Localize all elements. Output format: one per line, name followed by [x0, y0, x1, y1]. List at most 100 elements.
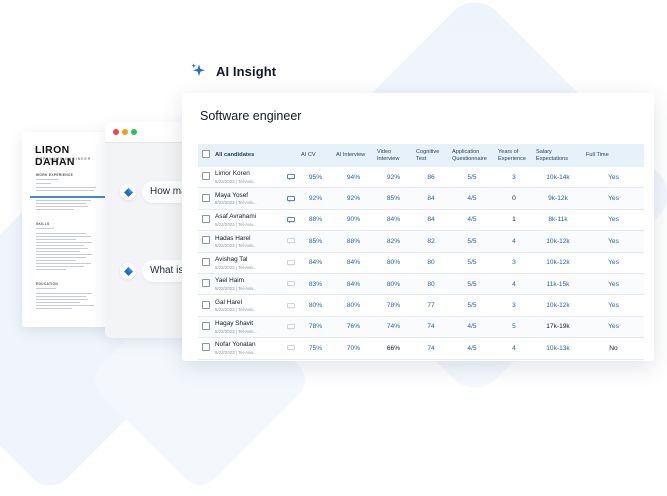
message-icon[interactable] — [287, 174, 295, 181]
candidate-cell[interactable]: Asaf Avrahami 5/22/2023 | Tel-Aviv... — [212, 209, 298, 232]
candidate-cell[interactable]: Limor Koren 5/22/2023 | Tel-Aviv... — [212, 167, 298, 189]
row-checkbox[interactable] — [198, 167, 212, 189]
candidate-name[interactable]: Avishag Tal — [215, 256, 257, 264]
ai-cv-score: 75% — [298, 337, 333, 360]
ai-interview-score: 90% — [333, 209, 374, 232]
resume-name: LIRON DAHAN — [35, 144, 75, 168]
message-icon[interactable] — [287, 302, 295, 309]
candidate-name[interactable]: Nofar Yonatan — [215, 341, 257, 349]
years-experience: 4 — [495, 273, 533, 296]
cognitive-score: 74 — [413, 316, 449, 339]
salary-expectation: 9k-12k — [533, 187, 583, 210]
candidate-meta: 5/22/2023 | Tel-Aviv... — [215, 179, 257, 185]
years-experience: 3 — [495, 294, 533, 317]
table-row[interactable]: Nofar Yonatan 5/22/2023 | Tel-Aviv... 75% 7… — [198, 337, 644, 360]
ai-cv-score: 83% — [298, 273, 333, 296]
message-icon[interactable] — [287, 259, 295, 266]
row-checkbox[interactable] — [198, 187, 212, 210]
minimize-dot[interactable] — [122, 129, 128, 135]
cognitive-score: 84 — [413, 209, 449, 232]
resume-section-skills: SKILLS — [36, 222, 50, 226]
resume-card: LIRON DAHAN SOFTWARE ENGINEER WORK EXPER… — [22, 132, 110, 327]
candidate-name[interactable]: Asaf Avrahami — [215, 213, 257, 221]
table-row[interactable]: Yael Haim 5/22/2023 | Tel-Aviv... 83% 84% 80… — [198, 273, 644, 296]
video-interview-score: 80% — [374, 273, 413, 296]
column-header[interactable]: Full Time — [583, 144, 644, 167]
candidate-name[interactable]: Maya Yosef — [215, 192, 257, 200]
message-icon[interactable] — [287, 217, 295, 223]
column-header[interactable]: AI Interview — [333, 144, 374, 167]
message-icon[interactable] — [287, 345, 295, 352]
message-icon[interactable] — [287, 281, 295, 288]
column-header[interactable]: Years of Experience — [495, 144, 533, 167]
candidate-cell[interactable]: Hagay Shavit 5/22/2023 | Tel-Aviv... — [212, 316, 298, 339]
candidate-name[interactable]: Limor Koren — [215, 170, 257, 178]
salary-expectation: 10k-12k — [533, 294, 583, 317]
maximize-dot[interactable] — [131, 129, 137, 135]
candidate-cell[interactable]: Hadas Harel 5/22/2023 | Tel-Aviv... — [212, 230, 298, 253]
years-experience: 4 — [495, 337, 533, 360]
table-row[interactable]: Asaf Avrahami 5/22/2023 | Tel-Aviv... 88% 9… — [198, 209, 644, 232]
resume-section-education: EDUCATION — [36, 282, 59, 286]
salary-expectation: 10k-12k — [533, 230, 583, 253]
table-row[interactable]: Gal Harel 5/22/2023 | Tel-Aviv... 80% 80% 78… — [198, 294, 644, 317]
candidate-meta: 5/22/2023 | Tel-Aviv... — [215, 350, 257, 356]
row-checkbox[interactable] — [198, 316, 212, 339]
candidate-name[interactable]: Gal Harel — [215, 299, 257, 307]
candidate-meta: 5/22/2023 | Tel-Aviv... — [215, 285, 257, 291]
row-checkbox[interactable] — [198, 209, 212, 232]
cognitive-score: 86 — [413, 167, 449, 189]
select-all-checkbox[interactable] — [198, 144, 212, 167]
ai-cv-score: 84% — [298, 252, 333, 274]
column-header[interactable]: Salary Expectations — [533, 144, 583, 167]
ai-interview-score: 92% — [333, 187, 374, 210]
years-experience: 1 — [495, 209, 533, 232]
column-header[interactable]: Application Questionnaire — [449, 144, 495, 167]
candidate-name[interactable]: Yael Haim — [215, 277, 257, 285]
column-header[interactable]: All candidates — [212, 144, 298, 167]
questionnaire-score: 4/5 — [449, 337, 495, 360]
salary-expectation: 10k-12k — [533, 252, 583, 274]
row-checkbox[interactable] — [198, 337, 212, 360]
message-icon[interactable] — [287, 238, 295, 245]
candidate-cell[interactable]: Maya Yosef 5/22/2023 | Tel-Aviv... — [212, 187, 298, 210]
cognitive-score: 77 — [413, 294, 449, 317]
row-checkbox[interactable] — [198, 273, 212, 296]
table-row[interactable]: Limor Koren 5/22/2023 | Tel-Aviv... 95% 94%… — [198, 167, 644, 189]
candidate-cell[interactable]: Nofar Yonatan 5/22/2023 | Tel-Aviv... — [212, 337, 298, 360]
candidate-cell[interactable]: Avishag Tal 5/22/2023 | Tel-Aviv... — [212, 252, 298, 274]
video-interview-score: 82% — [374, 230, 413, 253]
table-row[interactable]: Hagay Shavit 5/22/2023 | Tel-Aviv... 78% 76… — [198, 316, 644, 339]
full-time: Yes — [583, 167, 644, 189]
column-header[interactable]: Cognitive Test — [413, 144, 449, 167]
candidate-name[interactable]: Hagay Shavit — [215, 320, 257, 328]
row-checkbox[interactable] — [198, 252, 212, 274]
row-checkbox[interactable] — [198, 294, 212, 317]
table-row[interactable]: Maya Yosef 5/22/2023 | Tel-Aviv... 92% 92% 8… — [198, 187, 644, 210]
resume-highlight — [30, 196, 106, 198]
cognitive-score: 80 — [413, 273, 449, 296]
full-time: No — [583, 337, 644, 360]
candidate-meta: 5/22/2023 | Tel-Aviv... — [215, 200, 257, 206]
close-dot[interactable] — [113, 129, 119, 135]
message-icon[interactable] — [287, 324, 295, 330]
ai-cv-score: 95% — [298, 167, 333, 189]
candidate-cell[interactable]: Yael Haim 5/22/2023 | Tel-Aviv... — [212, 273, 298, 296]
video-interview-score: 80% — [374, 252, 413, 274]
full-time: Yes — [583, 316, 644, 339]
candidate-meta: 5/22/2023 | Tel-Aviv... — [215, 243, 257, 249]
ai-insight-title: AI Insight — [216, 63, 277, 79]
table-row[interactable]: Avishag Tal 5/22/2023 | Tel-Aviv... 84% 84%… — [198, 252, 644, 274]
candidate-name[interactable]: Hadas Harel — [215, 235, 257, 243]
message-icon[interactable] — [287, 195, 295, 202]
cognitive-score: 82 — [413, 230, 449, 253]
bot-icon — [120, 263, 136, 279]
questionnaire-score: 5/5 — [449, 273, 495, 296]
full-time: Yes — [583, 209, 644, 232]
ai-interview-score: 84% — [333, 273, 374, 296]
row-checkbox[interactable] — [198, 230, 212, 253]
column-header[interactable]: AI CV — [298, 144, 333, 167]
candidate-cell[interactable]: Gal Harel 5/22/2023 | Tel-Aviv... — [212, 294, 298, 317]
column-header[interactable]: Video Interview — [374, 144, 413, 167]
table-row[interactable]: Hadas Harel 5/22/2023 | Tel-Aviv... 85% 88%… — [198, 230, 644, 253]
